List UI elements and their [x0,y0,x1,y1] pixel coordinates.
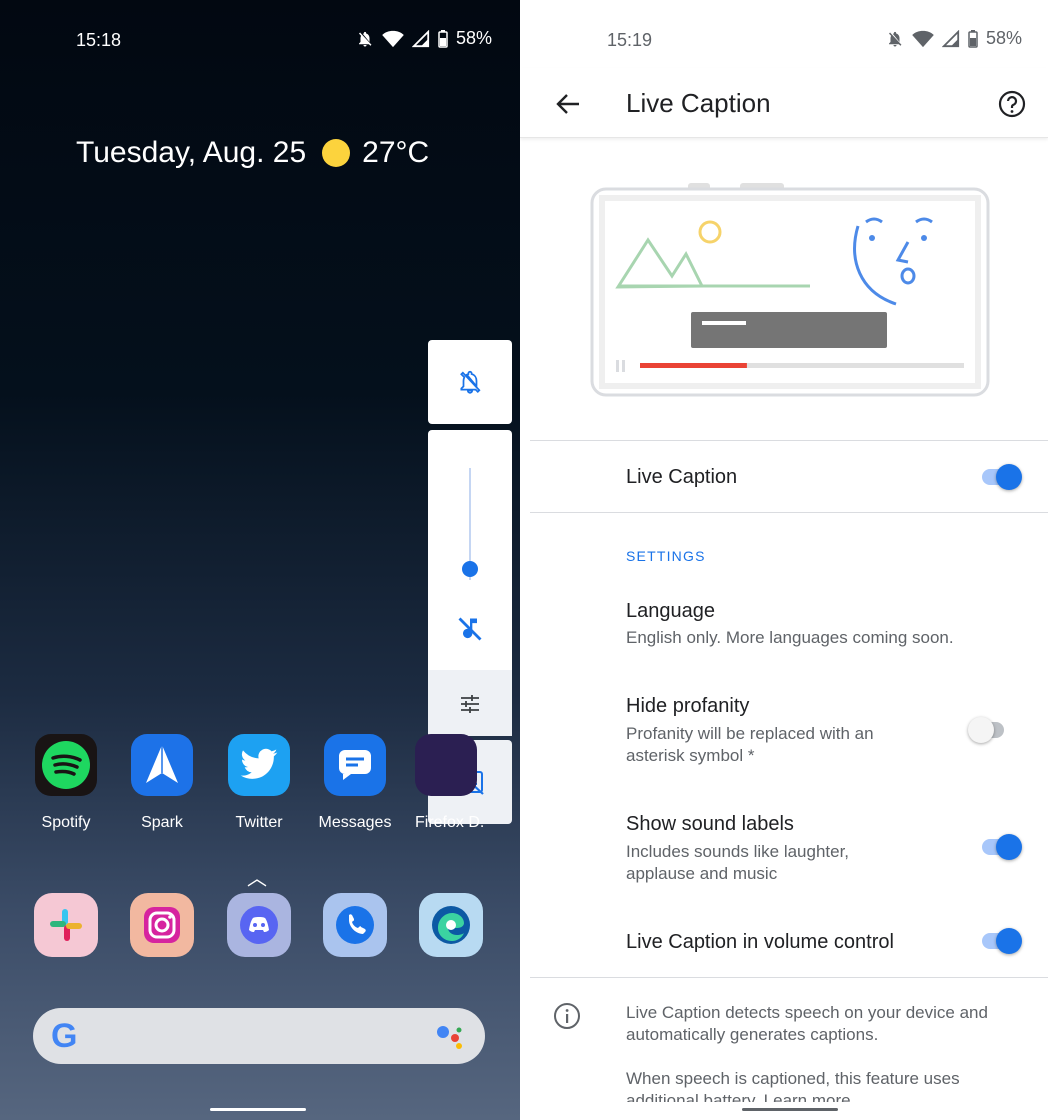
sound-labels-title: Show sound labels [626,813,794,835]
phone-icon[interactable] [323,893,387,957]
app-label: Messages [318,814,392,831]
volume-control-title: Live Caption in volume control [626,931,894,953]
help-icon [998,90,1026,118]
info-text: automatically generates captions. [626,1025,879,1044]
sun-icon [322,139,351,167]
sound-labels-subtitle: Includes sounds like laughter, [626,842,850,861]
sound-labels-switch[interactable] [980,832,1024,862]
divider [530,440,1048,441]
hide-profanity-switch[interactable] [968,715,1012,745]
slack-icon[interactable] [34,893,98,957]
sound-labels-subtitle: applause and music [626,864,778,883]
app-messages[interactable]: Messages [310,734,400,832]
spotify-icon [35,734,97,796]
info-text: Live Caption detects speech on your devi… [626,1003,988,1022]
caption-box [691,312,887,348]
wifi-icon [382,30,404,47]
bell-off-icon [460,370,481,394]
info-icon [554,1003,580,1029]
discord-icon[interactable] [227,893,291,957]
music-off-icon[interactable] [456,615,484,643]
language-subtitle: English only. More languages coming soon… [626,628,954,647]
back-button[interactable] [550,86,586,122]
instagram-icon[interactable] [130,893,194,957]
battery-percent: 58% [455,28,492,48]
battery-icon [968,29,978,48]
video-progress-fill [640,363,747,368]
gesture-nav-bar[interactable] [210,1108,306,1111]
app-twitter[interactable]: Twitter [214,734,304,832]
spark-icon [131,734,193,796]
signal-icon [411,29,430,47]
app-spark[interactable]: Spark [117,734,207,832]
status-icons: 58% [886,28,1022,49]
hide-profanity-title: Hide profanity [626,695,750,717]
bell-off-icon [358,31,372,46]
info-text-partial: additional battery. Learn more [626,1091,851,1102]
tune-icon [461,694,479,713]
live-caption-illustration [590,183,990,397]
help-button[interactable] [994,86,1030,122]
date-text: Tuesday, Aug. 25 [76,136,307,169]
volume-settings-button[interactable] [428,671,512,736]
volume-control-switch[interactable] [980,926,1024,956]
app-firefox[interactable]: Firefox D... [407,734,483,832]
main-toggle-label: Live Caption [626,466,738,488]
battery-icon [438,29,448,48]
volume-slider-thumb[interactable] [462,560,478,577]
google-search-bar[interactable]: G [33,1008,485,1064]
info-text: When speech is captioned, this feature u… [626,1069,960,1088]
live-caption-switch[interactable] [980,462,1024,492]
status-icons: 58% [356,28,492,49]
ringer-mode-button[interactable] [428,340,512,424]
divider [530,512,1048,513]
app-bar: Live Caption [520,68,1048,138]
signal-icon [941,29,960,47]
app-label: Twitter [235,814,283,831]
app-label: Spark [141,814,183,831]
twitter-icon [228,734,290,796]
hide-profanity-subtitle: asterisk symbol * [626,746,755,765]
hide-profanity-subtitle: Profanity will be replaced with an [626,724,874,743]
edge-icon[interactable] [419,893,483,957]
at-a-glance[interactable]: Tuesday, Aug. 25 27°C [76,136,429,170]
wifi-icon [912,30,934,47]
home-screen: 15:18 58% Tuesday, Aug. 25 27°C Spotify [0,0,520,1120]
gesture-nav-bar[interactable] [742,1108,838,1111]
temperature: 27°C [362,136,430,169]
google-g-icon: G [51,1017,78,1055]
app-drawer-chevron-icon[interactable]: ︿ [247,862,267,891]
app-label: Firefox D... [415,814,483,831]
app-label: Spotify [41,814,91,831]
arrow-back-icon [556,94,579,114]
status-time: 15:18 [76,30,122,50]
volume-slider-panel [428,430,512,736]
assistant-icon[interactable] [435,1024,465,1050]
battery-percent: 58% [985,28,1022,48]
status-time: 15:19 [607,30,653,50]
section-header: SETTINGS [626,548,706,564]
divider [530,977,1048,978]
firefox-icon [415,734,477,796]
language-title: Language [626,600,715,622]
app-spotify[interactable]: Spotify [21,734,111,832]
page-title: Live Caption [626,88,771,118]
live-caption-settings-screen: 15:19 58% Live Caption Live Caption SETT… [520,0,1048,1120]
bell-off-icon [888,31,902,46]
messages-icon [324,734,386,796]
